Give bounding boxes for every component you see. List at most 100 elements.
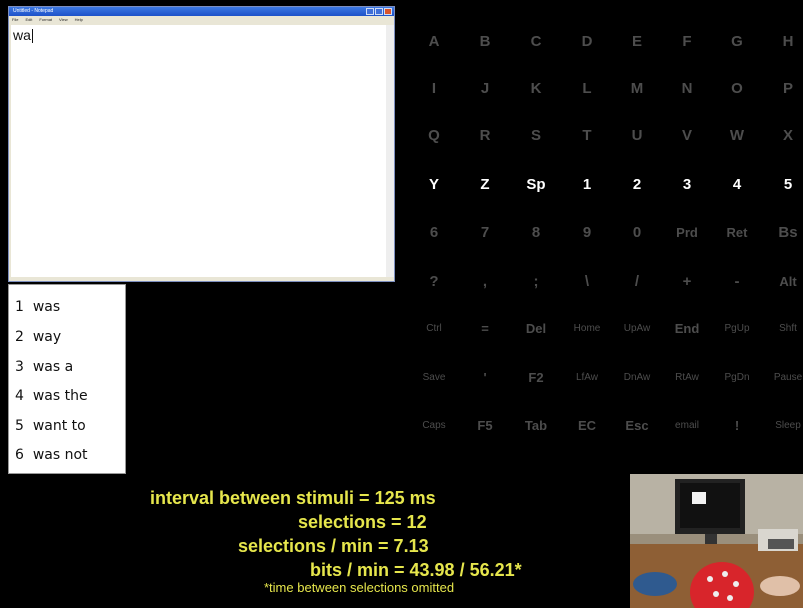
menu-file[interactable]: File <box>12 16 18 24</box>
matrix-key: Shft <box>779 323 797 334</box>
matrix-key: F <box>682 33 692 50</box>
matrix-key: R <box>479 127 491 144</box>
matrix-key: J <box>480 80 490 97</box>
matrix-key: S <box>530 127 541 144</box>
matrix-key: C <box>530 33 542 50</box>
prediction-item[interactable]: 2 way <box>15 329 61 345</box>
maximize-button[interactable] <box>375 8 383 15</box>
matrix-key: P <box>782 80 793 97</box>
matrix-key: Save <box>422 372 446 383</box>
matrix-key: F2 <box>528 370 544 385</box>
prediction-number: 3 <box>15 359 24 375</box>
matrix-key: Del <box>525 321 547 336</box>
prediction-word: want to <box>32 418 86 434</box>
matrix-key: \ <box>584 273 590 290</box>
matrix-key: Ctrl <box>426 323 442 334</box>
matrix-key: L <box>582 80 592 97</box>
webcam-inset <box>630 474 803 608</box>
prediction-word: was not <box>32 447 88 463</box>
matrix-key: ' <box>483 370 487 385</box>
matrix-key: 5 <box>783 176 793 193</box>
menu-view[interactable]: View <box>59 16 68 24</box>
matrix-key: Sp <box>526 176 546 193</box>
selections-stat: selections = 12 <box>298 512 427 532</box>
prediction-item[interactable]: 6 was not <box>15 447 88 463</box>
prediction-number: 4 <box>15 388 24 404</box>
prediction-number: 1 <box>15 299 24 315</box>
matrix-key: Sleep <box>775 420 801 431</box>
prediction-number: 2 <box>15 329 24 345</box>
matrix-key: E <box>631 33 642 50</box>
matrix-key: X <box>782 127 793 144</box>
minimize-button[interactable] <box>366 8 374 15</box>
matrix-key: 8 <box>531 224 541 241</box>
menu-format[interactable]: Format <box>39 16 52 24</box>
matrix-key: ? <box>429 273 439 290</box>
matrix-key: End <box>674 321 700 336</box>
matrix-key: PgUp <box>724 323 750 334</box>
matrix-key: 7 <box>480 224 490 241</box>
matrix-key: DnAw <box>623 372 651 383</box>
matrix-key: M <box>630 80 644 97</box>
footnote: *time between selections omitted <box>264 580 455 595</box>
matrix-key: Esc <box>625 418 649 433</box>
menu-help[interactable]: Help <box>75 16 83 24</box>
typed-text: wa <box>13 27 33 43</box>
matrix-key: Prd <box>676 225 698 240</box>
matrix-key: Bs <box>778 224 798 241</box>
matrix-key: G <box>731 33 743 50</box>
matrix-key: UpAw <box>623 323 651 334</box>
subject-photo <box>630 474 803 608</box>
matrix-key: W <box>729 127 745 144</box>
matrix-key: ; <box>533 273 539 290</box>
matrix-key: 6 <box>429 224 439 241</box>
selections-per-min-stat: selections / min = 7.13 <box>238 536 429 556</box>
matrix-key: LfAw <box>575 372 599 383</box>
matrix-key: + <box>682 273 692 290</box>
matrix-key: D <box>581 33 593 50</box>
matrix-key: U <box>631 127 643 144</box>
matrix-key: Q <box>428 127 440 144</box>
matrix-key: Alt <box>779 274 797 289</box>
prediction-word: was <box>32 299 61 315</box>
bits-per-min-stat: bits / min = 43.98 / 56.21* <box>310 560 522 580</box>
matrix-key: I <box>431 80 437 97</box>
prediction-item[interactable]: 4 was the <box>15 388 88 404</box>
matrix-key: N <box>681 80 693 97</box>
matrix-key: O <box>731 80 743 97</box>
matrix-key: email <box>675 420 699 431</box>
matrix-key: 4 <box>732 176 742 193</box>
notepad-text-area[interactable]: wa <box>11 25 386 277</box>
prediction-number: 6 <box>15 447 24 463</box>
word-prediction-list: 1 was 2 way 3 was a 4 was the 5 want to … <box>8 284 126 474</box>
notepad-window[interactable]: Untitled - Notepad File Edit Format View… <box>8 6 395 282</box>
close-button[interactable] <box>384 8 392 15</box>
matrix-key: Home <box>573 323 601 334</box>
matrix-key: Tab <box>524 418 548 433</box>
matrix-key: 2 <box>632 176 642 193</box>
prediction-word: was the <box>32 388 88 404</box>
matrix-key: EC <box>577 418 597 433</box>
menu-edit[interactable]: Edit <box>25 16 32 24</box>
matrix-key: H <box>782 33 794 50</box>
notepad-scrollbar[interactable] <box>386 25 394 277</box>
prediction-item[interactable]: 5 want to <box>15 418 86 434</box>
matrix-key: 0 <box>632 224 642 241</box>
interval-stat: interval between stimuli = 125 ms <box>150 488 436 508</box>
matrix-key: , <box>482 273 488 290</box>
matrix-key: = <box>481 321 489 336</box>
matrix-key: 9 <box>582 224 592 241</box>
matrix-key: K <box>530 80 542 97</box>
notepad-titlebar[interactable]: Untitled - Notepad <box>9 7 394 16</box>
matrix-key: PgDn <box>724 372 750 383</box>
matrix-key: Y <box>428 176 439 193</box>
prediction-item[interactable]: 1 was <box>15 299 60 315</box>
matrix-key: B <box>479 33 491 50</box>
matrix-key: Pause <box>773 372 803 383</box>
matrix-key: RtAw <box>675 372 699 383</box>
matrix-key: F5 <box>477 418 493 433</box>
prediction-word: was a <box>32 359 74 375</box>
prediction-number: 5 <box>15 418 24 434</box>
text-caret <box>31 29 33 43</box>
prediction-item[interactable]: 3 was a <box>15 359 73 375</box>
